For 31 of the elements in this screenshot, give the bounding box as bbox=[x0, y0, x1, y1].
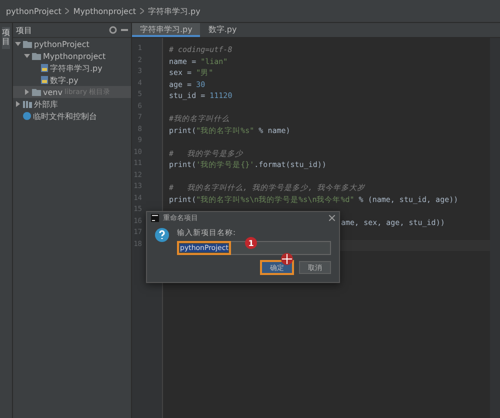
project-tool-tab[interactable]: 项目 bbox=[2, 27, 10, 49]
python-file-icon bbox=[41, 76, 48, 84]
question-icon bbox=[155, 228, 169, 242]
editor-tab[interactable]: 数字.py bbox=[200, 23, 245, 37]
tree-item[interactable]: pythonProject bbox=[13, 38, 131, 50]
tree-item-label: 字符串学习.py bbox=[50, 62, 102, 74]
app-icon bbox=[151, 214, 159, 222]
scratch-icon bbox=[23, 112, 31, 120]
tree-item[interactable]: 字符串学习.py bbox=[13, 62, 131, 74]
panel-title[interactable]: 项目 bbox=[16, 24, 32, 36]
close-icon[interactable] bbox=[329, 215, 335, 221]
chevron-icon bbox=[140, 8, 144, 14]
tree-item-label: 外部库 bbox=[34, 98, 58, 110]
python-file-icon bbox=[41, 64, 48, 72]
tree-item-label: Mypthonproject bbox=[43, 52, 106, 60]
folder-icon bbox=[32, 88, 41, 96]
tree-item[interactable]: 外部库 bbox=[13, 98, 131, 110]
breadcrumb-item[interactable]: 字符串学习.py bbox=[148, 6, 200, 16]
tree-item-label: venv bbox=[43, 88, 62, 96]
tree-item-label: 数字.py bbox=[50, 74, 78, 86]
breadcrumb-item[interactable]: Mypthonproject bbox=[73, 6, 136, 16]
chevron-icon bbox=[65, 8, 70, 14]
tree-item[interactable]: 临时文件和控制台 bbox=[13, 110, 131, 122]
step-badge: 1 bbox=[245, 237, 257, 249]
editor-tab[interactable]: 字符串学习.py bbox=[132, 23, 200, 37]
tree-item-label: 临时文件和控制台 bbox=[33, 110, 97, 122]
tree-item-label: pythonProject bbox=[34, 40, 90, 48]
tree-item[interactable]: Mypthonproject bbox=[13, 50, 131, 62]
library-icon bbox=[23, 100, 32, 108]
breadcrumb-item[interactable]: pythonProject bbox=[6, 6, 62, 16]
tree-item[interactable]: 数字.py bbox=[13, 74, 131, 86]
